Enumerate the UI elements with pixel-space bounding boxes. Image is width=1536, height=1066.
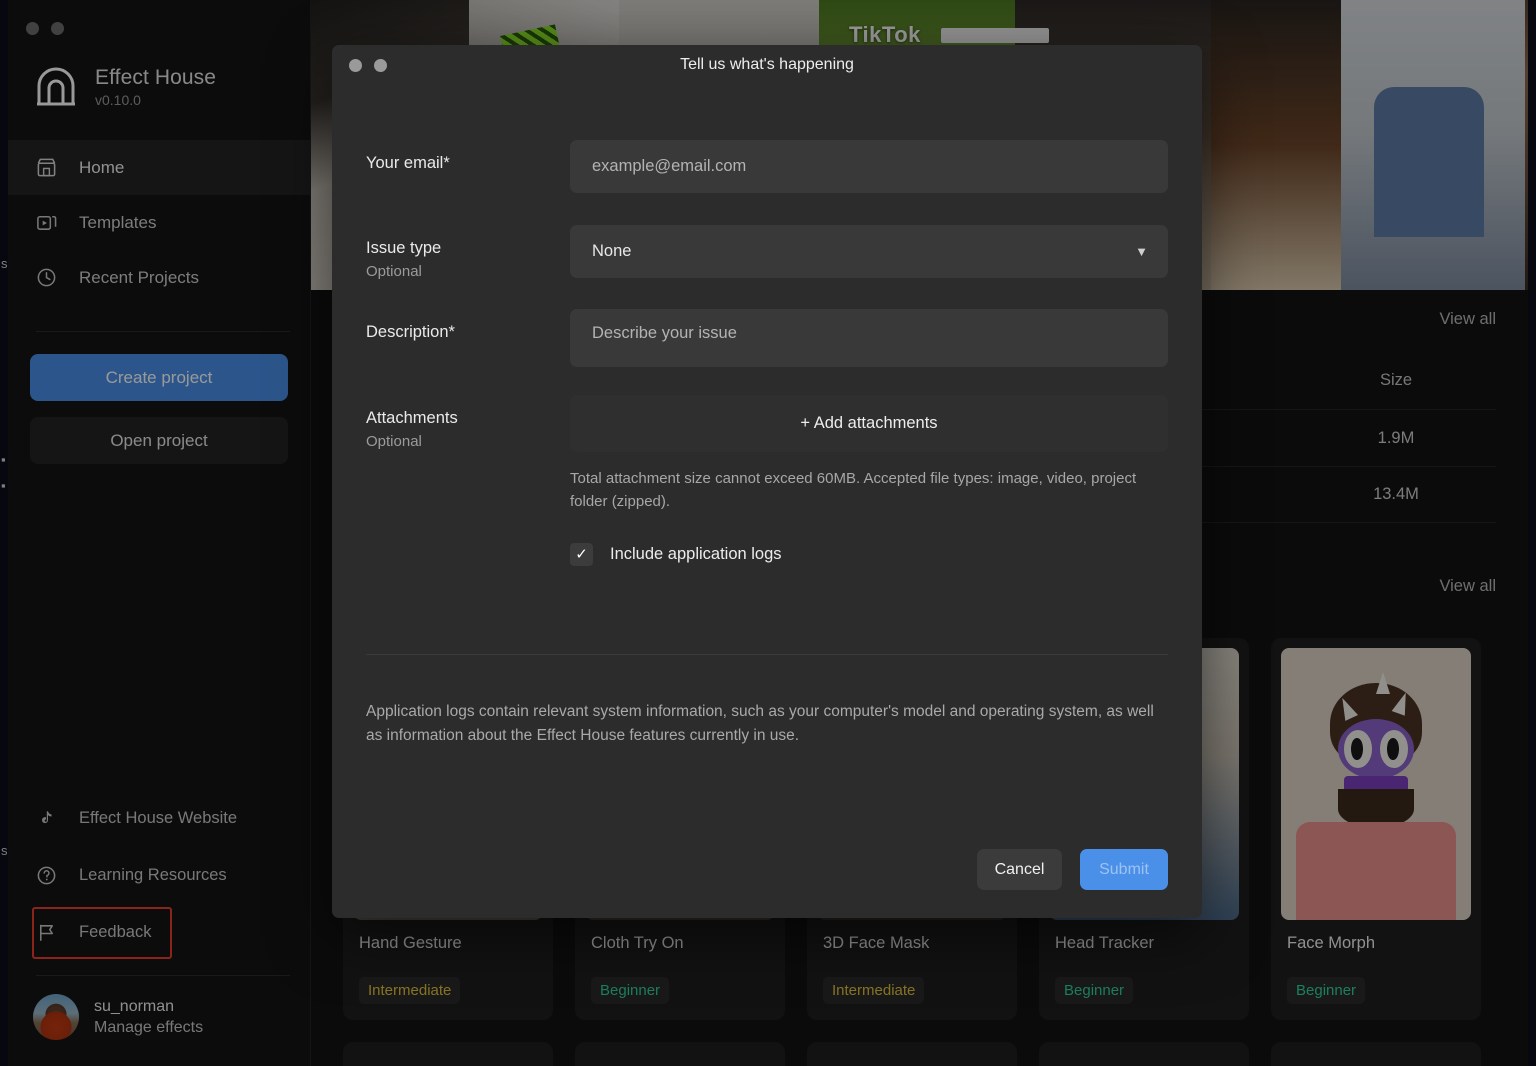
issue-type-selected-value: None xyxy=(592,242,632,260)
include-logs-checkbox-row[interactable]: ✓ Include application logs xyxy=(570,543,1168,566)
email-input[interactable]: example@email.com xyxy=(570,140,1168,193)
dialog-titlebar: Tell us what's happening xyxy=(332,45,1202,85)
chevron-down-icon: ▼ xyxy=(1135,244,1148,259)
issue-type-sublabel: Optional xyxy=(366,263,422,280)
screen: s ▪ ▪ s ⌃ Effect House xyxy=(0,0,1536,1066)
issue-type-label: Issue type xyxy=(366,239,442,257)
application-logs-note: Application logs contain relevant system… xyxy=(366,703,1154,745)
checkmark-icon: ✓ xyxy=(575,546,588,563)
submit-button[interactable]: Submit xyxy=(1080,849,1168,890)
field-label-group: Description* xyxy=(366,309,570,342)
cancel-button[interactable]: Cancel xyxy=(977,849,1062,890)
email-label: Your email* xyxy=(366,154,450,172)
field-label-group: Attachments Optional xyxy=(366,395,570,450)
add-attachments-button[interactable]: + Add attachments xyxy=(570,395,1168,452)
dialog-body: Your email* example@email.com Issue type… xyxy=(332,85,1202,566)
attachments-hint: Total attachment size cannot exceed 60MB… xyxy=(570,470,1137,510)
field-attachments: Attachments Optional + Add attachments T… xyxy=(366,395,1168,566)
include-logs-label: Include application logs xyxy=(610,545,782,563)
dialog-divider xyxy=(366,654,1168,655)
description-input[interactable]: Describe your issue xyxy=(570,309,1168,367)
issue-type-select[interactable]: None ▼ xyxy=(570,225,1168,278)
field-email: Your email* example@email.com xyxy=(366,140,1168,193)
dialog-title: Tell us what's happening xyxy=(680,56,854,73)
attachments-label: Attachments xyxy=(366,409,458,427)
dialog-actions: Cancel Submit xyxy=(977,849,1168,890)
field-description: Description* Describe your issue xyxy=(366,309,1168,367)
field-issue-type: Issue type Optional None ▼ xyxy=(366,225,1168,280)
field-label-group: Your email* xyxy=(366,140,570,173)
field-label-group: Issue type Optional xyxy=(366,225,570,280)
feedback-dialog: Tell us what's happening Your email* exa… xyxy=(332,45,1202,918)
attachments-sublabel: Optional xyxy=(366,433,422,450)
include-logs-checkbox[interactable]: ✓ xyxy=(570,543,593,566)
description-label: Description* xyxy=(366,323,455,341)
